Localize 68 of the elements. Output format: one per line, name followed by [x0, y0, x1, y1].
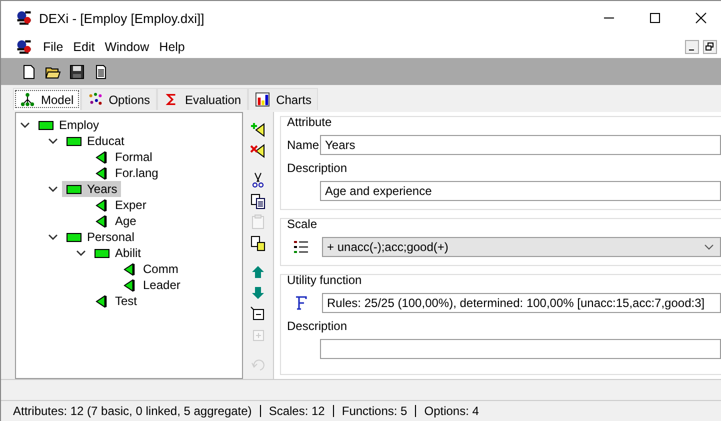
status-text: Options: 4 — [424, 404, 479, 418]
rectangle-icon — [38, 118, 54, 132]
chevron-icon[interactable] — [48, 184, 58, 194]
function-icon[interactable] — [293, 295, 309, 311]
tree-node[interactable]: Comm — [118, 261, 182, 277]
minimize-icon[interactable] — [685, 40, 699, 54]
close-icon[interactable] — [695, 12, 707, 24]
menu-item[interactable]: File — [43, 40, 64, 54]
document-icon[interactable] — [93, 64, 109, 80]
list-icon[interactable] — [293, 239, 309, 255]
chevron-icon[interactable] — [48, 136, 58, 146]
up-icon[interactable] — [250, 264, 266, 280]
scale-dropdown[interactable]: + unacc(-);acc;good(+) — [322, 237, 721, 257]
tree-icon — [20, 92, 35, 107]
cut-icon[interactable] — [250, 172, 266, 188]
description-field[interactable]: Age and experience — [320, 181, 721, 201]
field-label: Description — [287, 319, 348, 333]
chevron-down-icon — [704, 244, 714, 250]
name-field[interactable]: Years — [320, 135, 721, 155]
tree-node[interactable]: Exper — [90, 197, 150, 213]
copy-icon[interactable] — [250, 193, 266, 209]
tree-node[interactable]: For.lang — [90, 165, 162, 181]
tree-node[interactable]: Age — [90, 213, 140, 229]
group-heading: Scale — [287, 217, 318, 231]
status-text: Functions: 5 — [342, 404, 408, 418]
description-field[interactable] — [320, 339, 721, 359]
maximize-icon[interactable] — [649, 12, 661, 24]
menu-item[interactable]: Help — [159, 40, 185, 54]
tab[interactable]: Charts — [248, 88, 318, 110]
collapse-icon[interactable] — [250, 306, 266, 322]
field-label: Description — [287, 161, 348, 175]
status-text: Attributes: 12 (7 basic, 0 linked, 5 aggregate) — [13, 404, 252, 418]
app-logo-icon — [15, 9, 33, 27]
bar-chart-icon — [255, 92, 270, 107]
chevron-icon[interactable] — [76, 248, 86, 258]
restore-icon[interactable] — [703, 40, 717, 54]
dots-icon — [88, 92, 103, 107]
tree-node[interactable]: Abilit — [90, 245, 146, 261]
tree-node[interactable]: Leader — [118, 277, 184, 293]
menu-item[interactable]: Window — [104, 40, 150, 54]
rectangle-icon — [66, 134, 82, 148]
tree-node[interactable]: Formal — [90, 149, 156, 165]
rectangle-icon — [94, 246, 110, 260]
group-heading: Attribute — [287, 115, 333, 129]
rectangle-icon — [66, 230, 82, 244]
down-icon[interactable] — [250, 285, 266, 301]
function-field[interactable]: Rules: 25/25 (100,00%), determined: 100,00% [unacc:15,acc:7,good:3] — [322, 293, 721, 313]
menu-item[interactable]: Edit — [73, 40, 95, 54]
group-heading: Utility function — [287, 273, 363, 287]
field-label: Name — [287, 138, 316, 152]
tab[interactable]: Evaluation — [157, 88, 248, 110]
app-logo-icon — [15, 38, 33, 56]
tab[interactable]: Options — [80, 88, 158, 110]
chevron-icon[interactable] — [20, 120, 30, 130]
tree-node[interactable]: Years — [62, 181, 122, 197]
add-icon[interactable] — [250, 122, 266, 138]
window-title: DEXi - [Employ [Employ.dxi]] — [39, 10, 204, 26]
delete-icon[interactable] — [250, 143, 266, 159]
status-text: Scales: 12 — [268, 404, 325, 418]
tree-node[interactable]: Employ — [34, 117, 104, 133]
rectangle-icon — [66, 182, 82, 196]
save-icon[interactable] — [69, 64, 85, 80]
tree-node[interactable]: Personal — [62, 229, 138, 245]
chevron-icon[interactable] — [48, 232, 58, 242]
tree-node[interactable]: Test — [90, 293, 142, 309]
new-file-icon[interactable] — [21, 64, 37, 80]
tree-node[interactable]: Educat — [62, 133, 128, 149]
tab[interactable]: Model — [13, 88, 81, 110]
